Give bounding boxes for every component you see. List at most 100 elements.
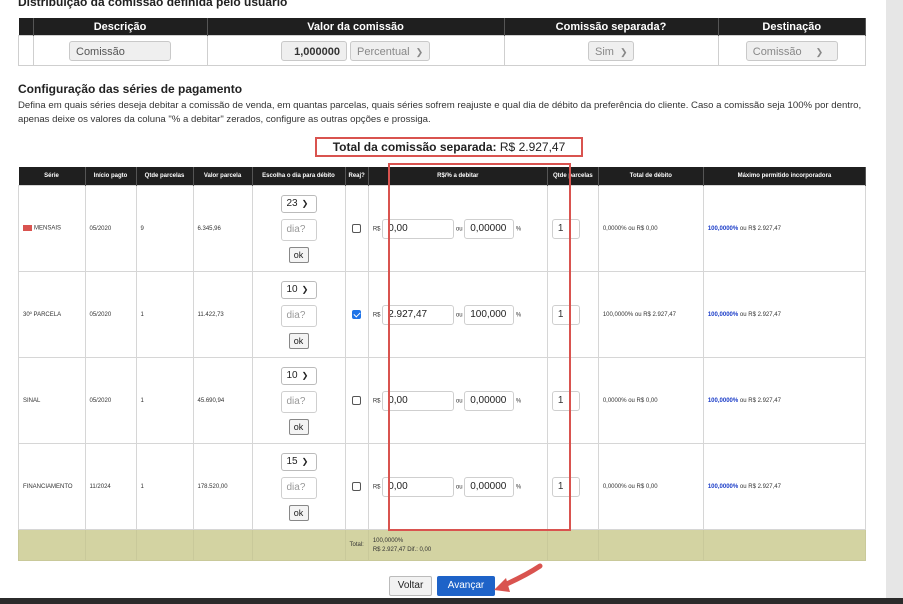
rs-debitar-input[interactable]: 0,00 <box>382 218 455 239</box>
ok-button[interactable]: ok <box>288 332 309 349</box>
page-scroll-strip[interactable] <box>886 0 903 604</box>
dia-input[interactable]: dia? <box>280 476 317 499</box>
dia-value: 15 <box>286 455 298 467</box>
ok-button[interactable]: ok <box>288 504 309 521</box>
th-inicio: Início pagto <box>85 167 137 186</box>
header-comissao-separada: Comissão separada? <box>504 18 719 36</box>
rs-debitar-input[interactable]: 0,00 <box>382 476 455 497</box>
th-qtde: Qtde parcelas <box>136 167 194 186</box>
pct-debitar-input[interactable]: 0,00000 <box>464 390 515 411</box>
th-serie: Série <box>18 167 86 186</box>
pct-label: % <box>515 312 522 319</box>
section-distribuicao-title: Distribuição da comissão definida pelo u… <box>18 0 288 9</box>
pct-label: % <box>515 398 522 405</box>
blank-header <box>18 18 34 36</box>
comissao-separada-value: Sim <box>595 45 614 58</box>
dia-input[interactable]: dia? <box>280 218 317 241</box>
ok-button[interactable]: ok <box>288 246 309 263</box>
parcelas-input[interactable]: 1 <box>551 390 580 411</box>
pct-label: % <box>515 226 522 233</box>
max-pct: 100,0000% <box>707 311 739 318</box>
rs-label: R$ <box>372 226 381 233</box>
parcelas-input[interactable]: 1 <box>551 218 580 239</box>
reaj-checkbox[interactable] <box>352 482 362 491</box>
valor-comissao-field[interactable]: 1,000000 <box>280 40 347 61</box>
annotation-arrow-icon <box>494 563 543 592</box>
ok-button[interactable]: ok <box>288 418 309 435</box>
rs-label: R$ <box>372 312 381 319</box>
distribuicao-table: Descrição Valor da comissão Comissão sep… <box>18 18 866 66</box>
parcelas-input[interactable]: 1 <box>551 476 580 497</box>
voltar-button[interactable]: Voltar <box>389 576 432 596</box>
destinacao-select[interactable]: Comissão ❯ <box>745 40 838 61</box>
ou-label: ou <box>455 312 463 319</box>
section-series-title: Configuração das séries de pagamento <box>18 82 243 96</box>
qtde-cell: 1 <box>135 271 194 358</box>
dia-input[interactable]: dia? <box>280 390 317 413</box>
table-row: FINANCIAMENTO 11/2024 1 178.520,00 15 ❯ d… <box>18 443 867 530</box>
serie-name: 30º PARCELA <box>18 271 86 358</box>
dia-select[interactable]: 15 ❯ <box>280 452 317 471</box>
dia-value: 23 <box>286 197 298 209</box>
serie-name: FINANCIAMENTO <box>18 443 86 530</box>
total-debito-cell: 0,0000% ou R$ 0,00 <box>597 357 704 444</box>
dia-select[interactable]: 10 ❯ <box>280 280 317 299</box>
inicio-cell: 05/2020 <box>84 185 137 272</box>
dia-value: 10 <box>286 369 298 381</box>
chevron-down-icon: ❯ <box>301 284 309 294</box>
flag-icon <box>23 225 32 232</box>
max-pct: 100,0000% <box>707 225 739 232</box>
section-series-description: Defina em quais séries deseja debitar a … <box>18 100 862 125</box>
rs-debitar-input[interactable]: 0,00 <box>382 390 455 411</box>
reaj-checkbox[interactable] <box>352 310 362 319</box>
serie-name: SINAL <box>18 357 86 444</box>
rs-debitar-input[interactable]: 2.927,47 <box>382 304 455 325</box>
totals-label: Total: <box>344 529 369 561</box>
totals-pct: 100,0000% <box>372 537 404 544</box>
header-valor-comissao: Valor da comissão <box>207 18 505 36</box>
qtde-cell: 1 <box>135 443 194 530</box>
dia-value: 10 <box>286 283 298 295</box>
descricao-field[interactable]: Comissão <box>69 40 171 61</box>
parcelas-input[interactable]: 1 <box>551 304 580 325</box>
chevron-down-icon: ❯ <box>301 198 309 208</box>
valor-cell: 11.422,73 <box>192 271 253 358</box>
chevron-down-icon: ❯ <box>619 46 628 57</box>
dia-input[interactable]: dia? <box>280 304 317 327</box>
th-maximo: Máximo permitido incorporadora <box>703 167 867 186</box>
total-debito-cell: 0,0000% ou R$ 0,00 <box>597 443 704 530</box>
dia-select[interactable]: 10 ❯ <box>280 366 317 385</box>
header-descricao: Descrição <box>33 18 208 36</box>
th-reaj: Reaj? <box>345 167 369 186</box>
total-debito-cell: 0,0000% ou R$ 0,00 <box>597 185 704 272</box>
chevron-down-icon: ❯ <box>301 370 309 380</box>
table-row: SINAL 05/2020 1 45.690,94 10 ❯ dia? ok R$… <box>18 357 867 444</box>
ou-label: ou <box>455 484 463 491</box>
series-table: Série Início pagto Qtde parcelas Valor p… <box>18 167 867 561</box>
chevron-down-icon: ❯ <box>301 456 309 466</box>
max-val: ou R$ 2.927,47 <box>739 311 781 318</box>
pct-debitar-input[interactable]: 0,00000 <box>464 218 515 239</box>
serie-name: MENSAIS <box>34 225 62 232</box>
chevron-down-icon: ❯ <box>815 46 824 57</box>
pct-label: % <box>515 484 522 491</box>
total-comissao-box: Total da comissão separada: R$ 2.927,47 <box>315 137 583 157</box>
tipo-comissao-select[interactable]: Percentual ❯ <box>350 40 431 61</box>
header-destinacao: Destinação <box>718 18 866 36</box>
th-debitar: R$/% a debitar <box>368 167 548 186</box>
rs-label: R$ <box>372 484 381 491</box>
comissao-separada-select[interactable]: Sim ❯ <box>588 40 634 61</box>
reaj-checkbox[interactable] <box>352 224 362 233</box>
th-dia: Escolha o dia para débito <box>252 167 346 186</box>
dia-select[interactable]: 23 ❯ <box>280 194 317 213</box>
avancar-button[interactable]: Avançar <box>437 576 495 596</box>
pct-debitar-input[interactable]: 0,00000 <box>464 476 515 497</box>
max-pct: 100,0000% <box>707 483 739 490</box>
th-total-debito: Total de débito <box>598 167 704 186</box>
destinacao-value: Comissão <box>752 45 802 58</box>
max-val: ou R$ 2.927,47 <box>739 483 781 490</box>
total-comissao-label: Total da comissão separada: <box>332 140 497 154</box>
pct-debitar-input[interactable]: 100,000 <box>464 304 515 325</box>
reaj-checkbox[interactable] <box>352 396 362 405</box>
valor-cell: 6.345,96 <box>192 185 253 272</box>
